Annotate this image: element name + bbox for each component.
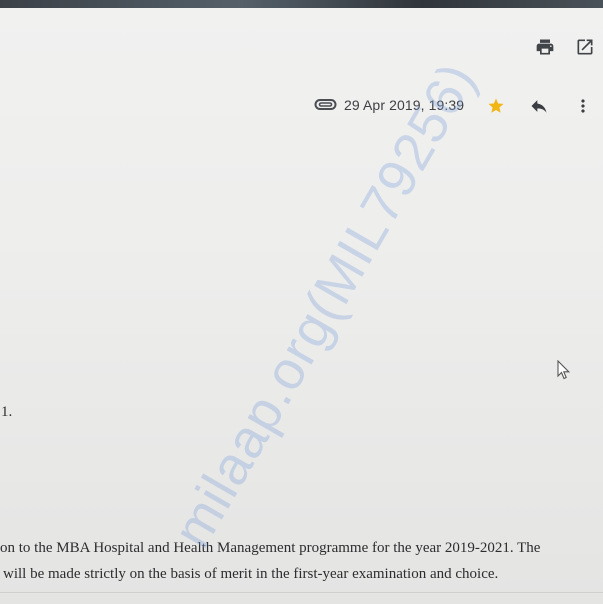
body-fragment: 1. (1, 404, 13, 420)
body-line-2: will be made strictly on the basis of me… (3, 566, 499, 582)
reply-icon[interactable] (528, 95, 550, 117)
open-in-new-window-icon[interactable] (574, 36, 596, 58)
divider (0, 592, 603, 593)
mouse-cursor-icon (557, 359, 571, 385)
paperclip-icon[interactable] (314, 98, 338, 112)
body-line-1: on to the MBA Hospital and Health Manage… (0, 540, 541, 556)
more-vert-icon[interactable] (572, 95, 594, 117)
star-icon[interactable] (485, 95, 507, 117)
monitor-bezel (0, 0, 603, 8)
print-icon[interactable] (534, 36, 556, 58)
